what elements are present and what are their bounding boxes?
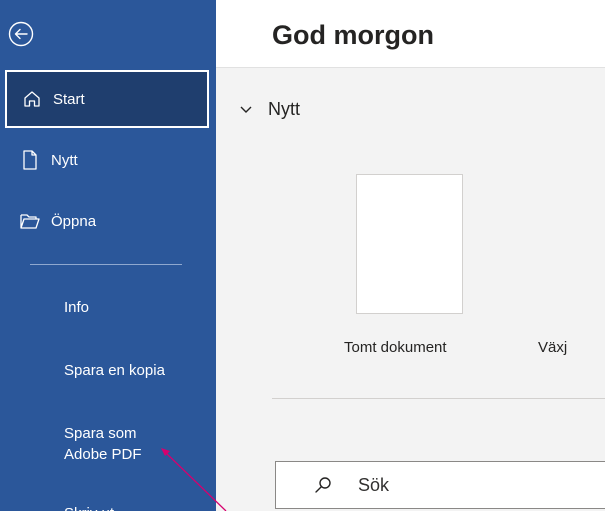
sidebar-separator <box>30 264 182 265</box>
back-button[interactable] <box>8 21 34 47</box>
template-label: Växj <box>538 339 568 356</box>
section-title: Nytt <box>268 99 301 119</box>
sidebar-item-label: Nytt <box>51 151 78 169</box>
header: God morgon <box>216 0 605 68</box>
new-document-icon <box>19 149 41 171</box>
back-arrow-icon <box>8 21 34 47</box>
chevron-down-icon <box>240 106 252 114</box>
section-new-toggle[interactable]: Nytt <box>240 99 300 120</box>
sidebar-item-skriv-ut[interactable]: Skriv ut <box>64 503 114 524</box>
divider <box>272 398 605 399</box>
sidebar-item-oppna[interactable]: Öppna <box>5 206 209 236</box>
sidebar-item-label: Start <box>53 90 85 108</box>
search-icon <box>314 476 332 494</box>
page-title: God morgon <box>272 20 434 50</box>
sidebar-item-spara-som-adobe-pdf[interactable]: Spara som Adobe PDF <box>64 423 142 465</box>
folder-open-icon <box>19 210 41 232</box>
sidebar-item-nytt[interactable]: Nytt <box>5 145 209 175</box>
main-panel: God morgon Nytt Tomt dokument Växj <box>216 0 605 511</box>
backstage-sidebar: Start Nytt Öppna Info Spara en kopia Spa… <box>0 0 216 522</box>
search-input[interactable] <box>358 474 558 496</box>
sidebar-item-label: Öppna <box>51 212 97 230</box>
search-box[interactable] <box>275 461 605 509</box>
sidebar-item-spara-en-kopia[interactable]: Spara en kopia <box>64 360 165 381</box>
sidebar-item-info[interactable]: Info <box>64 297 89 318</box>
template-label: Tomt dokument <box>344 339 447 356</box>
home-icon <box>21 88 43 110</box>
sidebar-item-start[interactable]: Start <box>5 70 209 128</box>
blank-document-thumbnail[interactable] <box>356 174 463 314</box>
